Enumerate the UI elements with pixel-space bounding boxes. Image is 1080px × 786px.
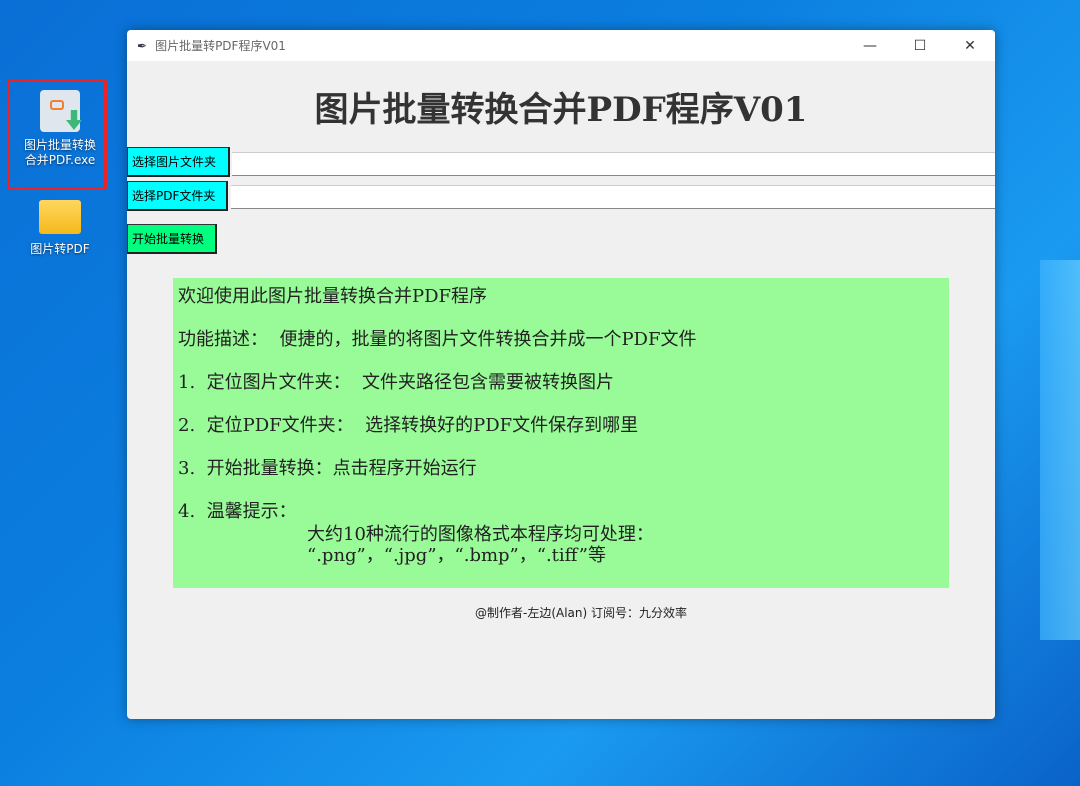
image-folder-input[interactable] [232, 152, 995, 176]
close-button[interactable]: ✕ [945, 30, 995, 61]
desktop-icon-folder[interactable]: 图片转PDF [12, 200, 108, 257]
feather-icon: ✒ [137, 39, 147, 53]
folder-icon [39, 200, 81, 234]
info-line: 功能描述： 便捷的，批量的将图片文件转换合并成一个PDF文件 [178, 325, 696, 351]
info-line: 1. 定位图片文件夹： 文件夹路径包含需要被转换图片 [178, 368, 614, 394]
footer-credit: @制作者-左边(Alan) 订阅号：九分效率 [127, 604, 995, 621]
desktop-icon-label: 合并PDF.exe [12, 153, 108, 168]
window-title: 图片批量转PDF程序V01 [155, 37, 286, 54]
pdf-folder-input[interactable] [231, 185, 995, 209]
desktop-icon-exe[interactable]: 图片批量转换 合并PDF.exe [12, 90, 108, 168]
app-window: ✒ 图片批量转PDF程序V01 — ☐ ✕ 图片批量转换合并PDF程序V01 选… [127, 30, 995, 719]
info-line: 4. 温馨提示： [178, 497, 297, 523]
minimize-button[interactable]: — [845, 30, 895, 61]
info-line: 欢迎使用此图片批量转换合并PDF程序 [178, 282, 487, 308]
info-line: “.png”，“.jpg”，“.bmp”，“.tiff”等 [307, 541, 606, 567]
maximize-button[interactable]: ☐ [895, 30, 945, 61]
select-image-folder-button[interactable]: 选择图片文件夹 [127, 147, 230, 177]
info-line: 3. 开始批量转换：点击程序开始运行 [178, 454, 477, 480]
desktop-icon-label: 图片转PDF [12, 242, 108, 257]
info-panel: 欢迎使用此图片批量转换合并PDF程序 功能描述： 便捷的，批量的将图片文件转换合… [173, 278, 949, 588]
desktop-icon-label: 图片批量转换 [12, 138, 108, 153]
info-line: 2. 定位PDF文件夹： 选择转换好的PDF文件保存到哪里 [178, 411, 638, 437]
select-pdf-folder-button[interactable]: 选择PDF文件夹 [127, 181, 228, 211]
title-bar: ✒ 图片批量转PDF程序V01 — ☐ ✕ [127, 30, 995, 61]
start-conversion-button[interactable]: 开始批量转换 [127, 224, 217, 254]
page-title: 图片批量转换合并PDF程序V01 [127, 82, 995, 131]
wallpaper-glow [1040, 260, 1080, 640]
app-icon [40, 90, 80, 132]
